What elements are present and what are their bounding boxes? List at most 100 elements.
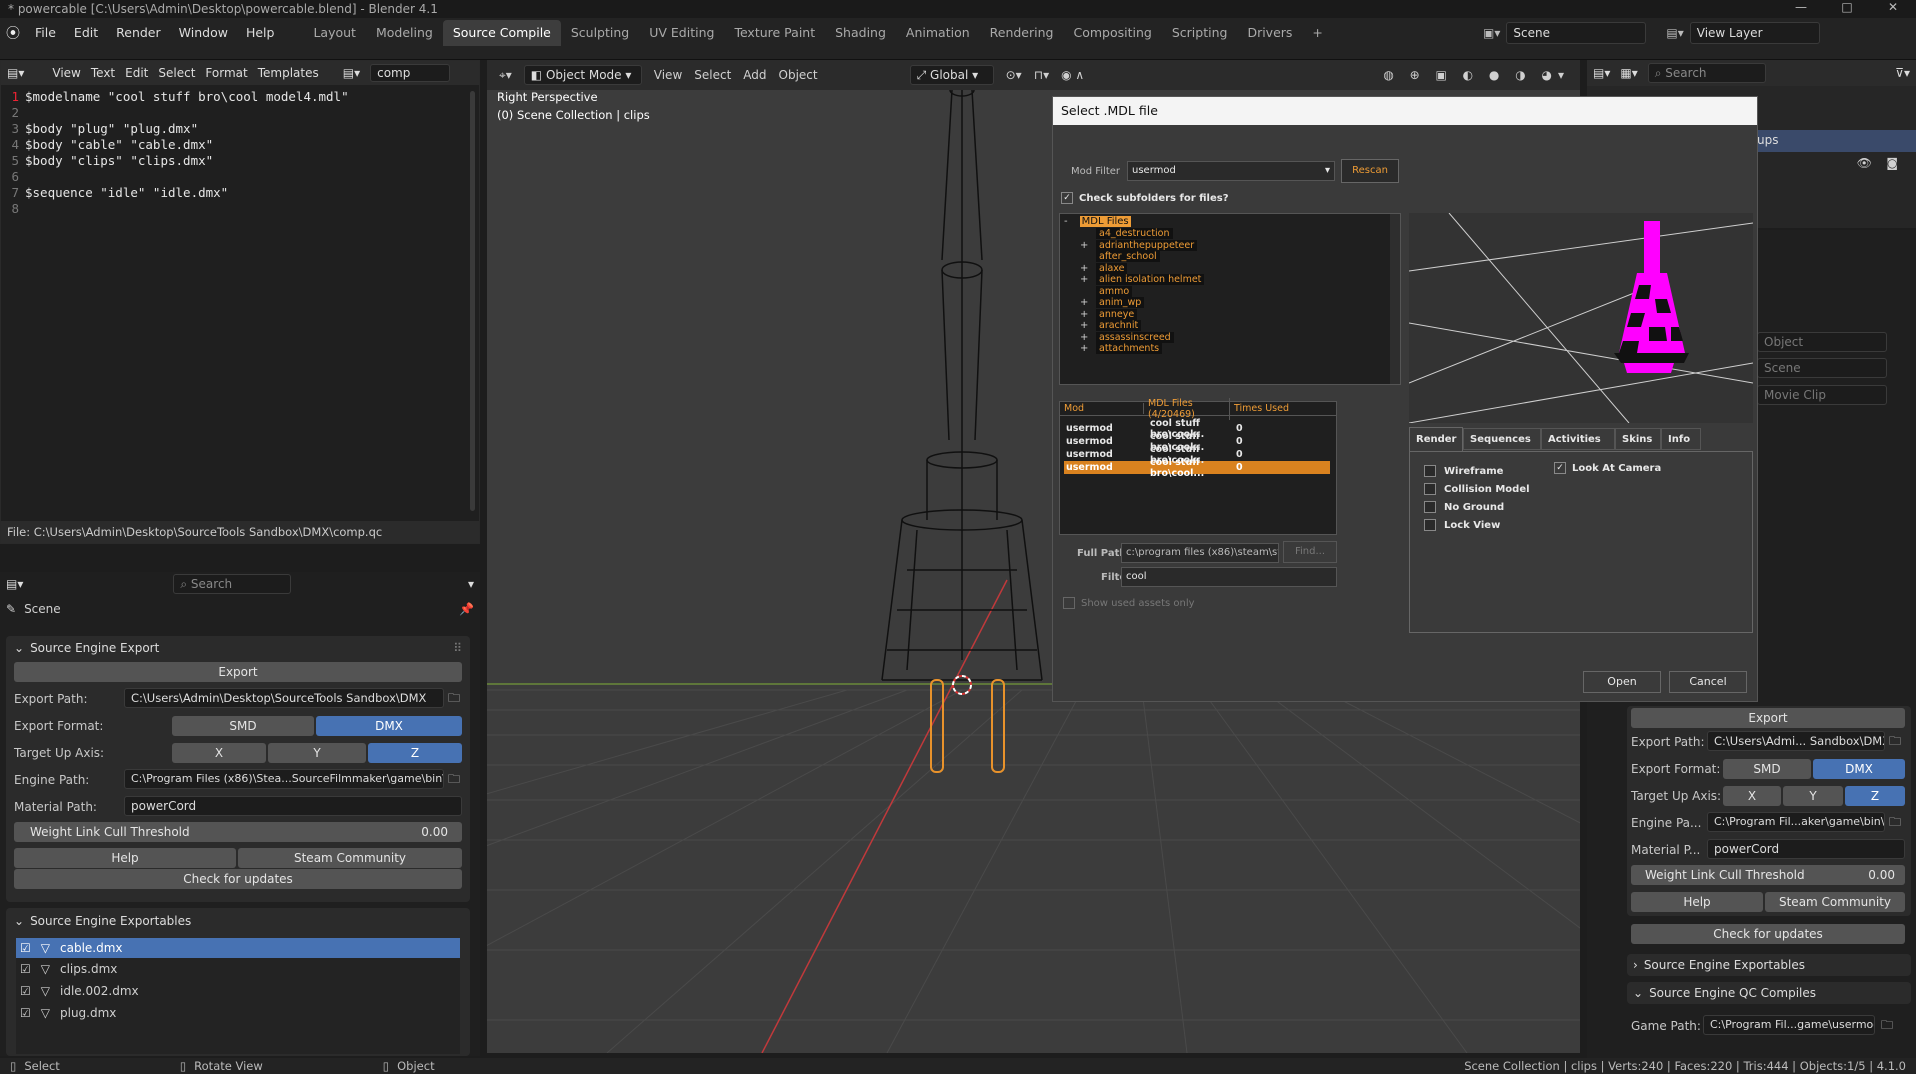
tab-layout[interactable]: Layout bbox=[303, 20, 366, 46]
tab-compositing[interactable]: Compositing bbox=[1063, 20, 1161, 46]
check-updates-button-right[interactable]: Check for updates bbox=[1631, 924, 1905, 944]
tree-item[interactable]: ammo bbox=[1060, 285, 1400, 298]
checkbox-unchecked[interactable] bbox=[1424, 465, 1436, 477]
menu-format[interactable]: Format bbox=[205, 66, 247, 80]
mdl-file-tree[interactable]: - MDL Files a4_destruction + adrianthepuppe… bbox=[1059, 213, 1401, 385]
menu-view[interactable]: View bbox=[654, 68, 682, 82]
tree-item[interactable]: + alien isolation helmet bbox=[1060, 274, 1400, 286]
qc-compiles-panel-right[interactable]: ⌄ Source Engine QC Compiles bbox=[1627, 982, 1911, 1004]
weight-cull-slider[interactable]: Weight Link Cull Threshold 0.00 bbox=[14, 822, 462, 842]
show-used-checkbox[interactable]: Show used assets only bbox=[1063, 597, 1195, 609]
expand-plus-icon[interactable]: + bbox=[1080, 343, 1088, 354]
render-option-checkbox[interactable]: Lock View bbox=[1424, 516, 1752, 534]
cancel-button[interactable]: Cancel bbox=[1669, 671, 1747, 693]
filter-field[interactable]: cool bbox=[1121, 567, 1337, 587]
check-subfolders-checkbox[interactable]: ✓ Check subfolders for files? bbox=[1061, 192, 1229, 204]
mod-filter-dropdown[interactable]: usermod ▾ bbox=[1127, 161, 1335, 181]
eye-icon[interactable]: 👁 bbox=[1857, 156, 1872, 170]
editor-type-icon[interactable]: ⌖▾ bbox=[499, 68, 512, 83]
axis-z-button-right[interactable]: Z bbox=[1845, 786, 1905, 806]
menu-templates[interactable]: Templates bbox=[258, 66, 319, 80]
menu-file[interactable]: File bbox=[26, 20, 65, 46]
view-layer-field[interactable]: View Layer bbox=[1689, 22, 1820, 44]
render-option-checkbox[interactable]: No Ground bbox=[1424, 498, 1752, 516]
tree-item[interactable]: + arachnit bbox=[1060, 320, 1400, 332]
menu-render[interactable]: Render bbox=[107, 20, 170, 46]
tree-item[interactable]: + anim_wp bbox=[1060, 297, 1400, 309]
tree-item[interactable]: + attachments bbox=[1060, 343, 1400, 355]
material-path-field[interactable]: powerCord bbox=[124, 796, 462, 816]
checkbox-checked[interactable]: ✓ bbox=[1554, 462, 1566, 474]
3d-cursor-icon[interactable] bbox=[952, 675, 972, 695]
format-smd-button[interactable]: SMD bbox=[172, 716, 314, 736]
text-scrollbar[interactable] bbox=[470, 91, 475, 511]
menu-view[interactable]: View bbox=[52, 66, 80, 80]
menu-edit-text[interactable]: Edit bbox=[125, 66, 148, 80]
expand-plus-icon[interactable]: + bbox=[1080, 320, 1088, 331]
tree-item[interactable]: + anneye bbox=[1060, 308, 1400, 321]
tab-render[interactable]: Render bbox=[1409, 427, 1463, 451]
expand-plus-icon[interactable]: + bbox=[1080, 274, 1088, 285]
menu-help[interactable]: Help bbox=[237, 20, 284, 46]
drag-handle-icon[interactable]: ⠿ bbox=[453, 641, 462, 655]
tab-activities[interactable]: Activities bbox=[1541, 428, 1615, 450]
steam-community-button[interactable]: Steam Community bbox=[238, 848, 462, 868]
list-item[interactable]: ☑ ▽ plug.dmx bbox=[16, 1002, 460, 1024]
checkbox-unchecked[interactable] bbox=[1424, 519, 1436, 531]
rescan-button[interactable]: Rescan bbox=[1341, 159, 1399, 183]
checkbox-checked[interactable]: ☑ bbox=[20, 984, 31, 998]
scene-icon[interactable]: ▣▾ bbox=[1483, 26, 1500, 40]
column-times-used[interactable]: Times Used bbox=[1230, 403, 1289, 414]
help-button-right[interactable]: Help bbox=[1631, 892, 1763, 912]
format-dmx-button-right[interactable]: DMX bbox=[1813, 759, 1905, 779]
editor-type-icon[interactable]: ▤▾ bbox=[6, 577, 23, 591]
maximize-button[interactable]: □ bbox=[1824, 0, 1870, 14]
export-path-field-right[interactable]: C:\Users\Admi... Sandbox\DMX bbox=[1707, 731, 1885, 751]
export-button-right[interactable]: Export bbox=[1631, 708, 1905, 728]
folder-icon[interactable]: 🗀 bbox=[1889, 813, 1901, 834]
axis-x-button-right[interactable]: X bbox=[1723, 786, 1781, 806]
format-dmx-button[interactable]: DMX bbox=[316, 716, 462, 736]
full-path-field[interactable]: c:\program files (x86)\steam\steama bbox=[1121, 543, 1279, 563]
menu-select[interactable]: Select bbox=[158, 66, 195, 80]
tab-animation[interactable]: Animation bbox=[896, 20, 980, 46]
editor-type-icon[interactable]: ▤▾ bbox=[7, 66, 24, 80]
snap-icon[interactable]: ⊓▾ bbox=[1034, 68, 1049, 82]
checkbox-checked[interactable]: ☑ bbox=[20, 962, 31, 976]
checkbox-checked[interactable]: ☑ bbox=[20, 1006, 31, 1020]
pin-icon[interactable]: 📌 bbox=[459, 602, 474, 616]
menu-text[interactable]: Text bbox=[91, 66, 115, 80]
tab-scripting[interactable]: Scripting bbox=[1162, 20, 1238, 46]
tab-texture-paint[interactable]: Texture Paint bbox=[724, 20, 825, 46]
menu-window[interactable]: Window bbox=[170, 20, 237, 46]
tree-item[interactable]: + assassinscreed bbox=[1060, 331, 1400, 344]
tab-shading[interactable]: Shading bbox=[825, 20, 896, 46]
display-mode-icon[interactable]: ▦▾ bbox=[1620, 66, 1637, 80]
blender-logo-icon[interactable]: ⦿ bbox=[0, 23, 26, 43]
find-button[interactable]: Find... bbox=[1283, 541, 1337, 563]
open-button[interactable]: Open bbox=[1583, 671, 1661, 693]
tab-uv-editing[interactable]: UV Editing bbox=[639, 20, 724, 46]
weight-cull-slider-right[interactable]: Weight Link Cull Threshold 0.00 bbox=[1631, 865, 1905, 885]
tab-source-compile[interactable]: Source Compile bbox=[442, 20, 561, 46]
scene-field-right[interactable]: Scene bbox=[1757, 358, 1887, 378]
folder-icon[interactable]: 🗀 bbox=[1889, 732, 1901, 753]
checkbox-unchecked[interactable] bbox=[1063, 597, 1075, 609]
movie-clip-field[interactable]: Movie Clip bbox=[1757, 385, 1887, 405]
column-mod[interactable]: Mod bbox=[1060, 403, 1144, 414]
menu-edit[interactable]: Edit bbox=[65, 20, 107, 46]
panel-header[interactable]: ⌄ Source Engine Export ⠿ bbox=[6, 636, 470, 660]
options-dropdown-icon[interactable]: ▾ bbox=[468, 577, 474, 591]
help-button[interactable]: Help bbox=[14, 848, 236, 868]
expand-plus-icon[interactable]: + bbox=[1080, 263, 1088, 274]
folder-icon[interactable]: 🗀 bbox=[1881, 1016, 1893, 1037]
checkbox-unchecked[interactable] bbox=[1424, 483, 1436, 495]
material-path-field-right[interactable]: powerCord bbox=[1707, 839, 1905, 859]
folder-icon[interactable]: 🗀 bbox=[448, 689, 460, 710]
tab-modeling[interactable]: Modeling bbox=[366, 20, 443, 46]
table-row[interactable]: usermod cool stuff bro\cool... 0 bbox=[1064, 457, 1330, 479]
mdl-results-list[interactable]: Mod MDL Files (4/20469) Times Used userm… bbox=[1059, 397, 1337, 535]
look-at-camera-checkbox[interactable]: ✓ Look At Camera bbox=[1554, 462, 1661, 474]
render-option-checkbox[interactable]: Collision Model bbox=[1424, 480, 1752, 498]
steam-community-button-right[interactable]: Steam Community bbox=[1765, 892, 1905, 912]
